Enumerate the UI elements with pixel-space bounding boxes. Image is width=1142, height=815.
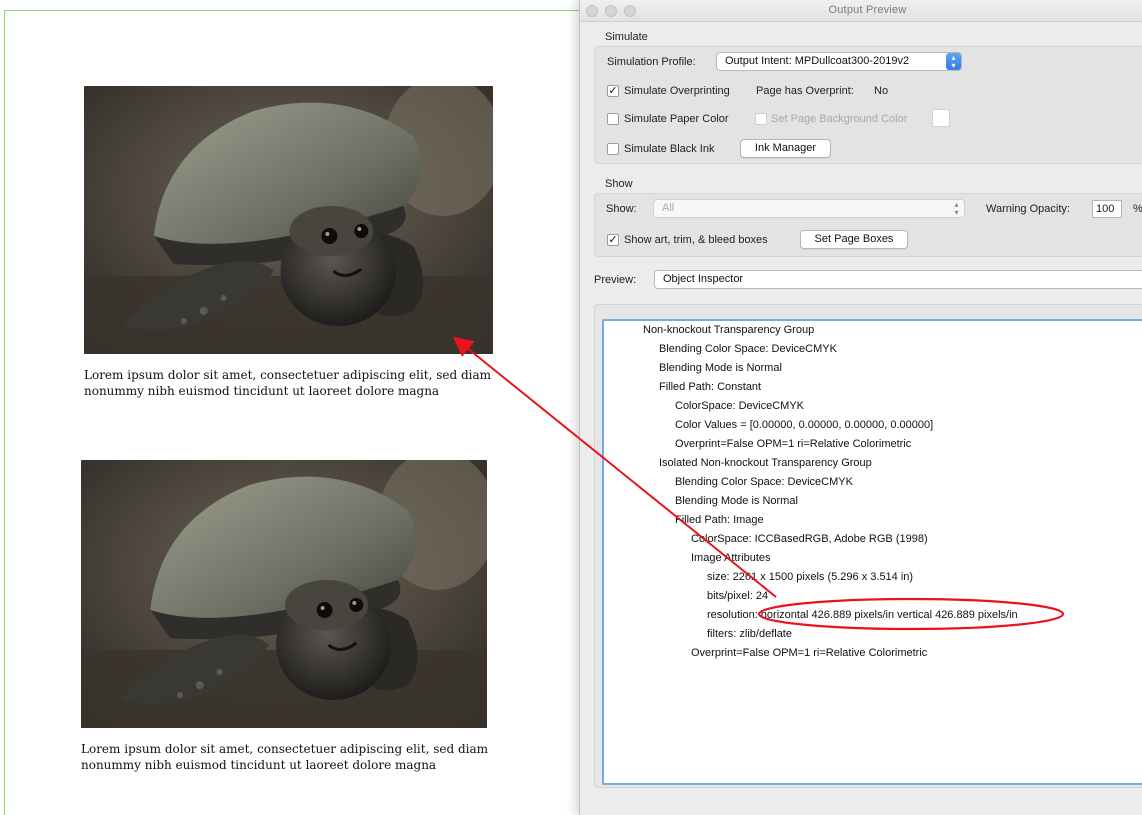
- inspector-line[interactable]: bits/pixel: 24: [707, 590, 768, 602]
- inspector-line[interactable]: ColorSpace: DeviceCMYK: [675, 400, 804, 412]
- turtle-image: [81, 460, 487, 728]
- simulate-overprinting-checkbox[interactable]: ✓: [607, 85, 619, 97]
- show-label: Show:: [606, 203, 637, 215]
- simulation-profile-label: Simulation Profile:: [607, 56, 696, 68]
- show-group-label: Show: [605, 178, 633, 190]
- inspector-line[interactable]: Filled Path: Constant: [659, 381, 761, 393]
- inspector-line[interactable]: Color Values = [0.00000, 0.00000, 0.0000…: [675, 419, 933, 431]
- simulate-black-ink-checkbox[interactable]: [607, 143, 619, 155]
- show-boxes-checkbox[interactable]: ✓: [607, 234, 619, 246]
- preview-value: Object Inspector: [663, 273, 744, 285]
- warning-opacity-unit: %: [1133, 203, 1142, 215]
- caption-line: Lorem ipsum dolor sit amet, consectetuer…: [81, 742, 489, 756]
- turtle-image: [84, 86, 493, 354]
- show-boxes-label: Show art, trim, & bleed boxes: [624, 234, 768, 246]
- window-titlebar[interactable]: Output Preview: [580, 0, 1142, 22]
- show-value: All: [662, 202, 675, 214]
- chevron-updown-icon: ▴ ▾: [954, 200, 959, 217]
- preview-label: Preview:: [594, 274, 637, 286]
- preview-select[interactable]: Object Inspector: [654, 270, 1142, 289]
- caption-line: Lorem ipsum dolor sit amet, consectetuer…: [84, 368, 492, 382]
- inspector-line[interactable]: Non-knockout Transparency Group: [643, 324, 814, 336]
- inspector-line[interactable]: size: 2261 x 1500 pixels (5.296 x 3.514 …: [707, 571, 913, 583]
- turtle-photo-top[interactable]: [84, 86, 493, 354]
- inspector-line[interactable]: Filled Path: Image: [675, 514, 764, 526]
- simulate-paper-color-checkbox[interactable]: [607, 113, 619, 125]
- inspector-line[interactable]: Overprint=False OPM=1 ri=Relative Colori…: [691, 647, 927, 659]
- caption-line: nonummy nibh euismod tincidunt ut laoree…: [84, 384, 440, 398]
- simulation-profile-select[interactable]: Output Intent: MPDullcoat300-2019v2: [716, 52, 962, 71]
- background-color-swatch[interactable]: [932, 109, 950, 127]
- simulation-profile-value: Output Intent: MPDullcoat300-2019v2: [725, 55, 910, 67]
- inspector-line[interactable]: resolution: horizontal 426.889 pixels/in…: [707, 609, 1018, 621]
- inspector-line[interactable]: ColorSpace: ICCBasedRGB, Adobe RGB (1998…: [691, 533, 928, 545]
- inspector-line[interactable]: Blending Color Space: DeviceCMYK: [675, 476, 853, 488]
- object-inspector-tree[interactable]: Non-knockout Transparency Group Blending …: [602, 319, 1142, 785]
- inspector-line[interactable]: Blending Mode is Normal: [659, 362, 782, 374]
- set-page-background-label: Set Page Background Color: [771, 113, 908, 125]
- set-page-background-checkbox[interactable]: [755, 113, 767, 125]
- set-page-boxes-button[interactable]: Set Page Boxes: [800, 230, 908, 249]
- turtle-photo-bottom[interactable]: [81, 460, 487, 728]
- window-title: Output Preview: [828, 4, 907, 16]
- warning-opacity-input[interactable]: 100: [1092, 200, 1122, 218]
- inspector-line[interactable]: Image Attributes: [691, 552, 771, 564]
- inspector-line[interactable]: Blending Mode is Normal: [675, 495, 798, 507]
- ink-manager-button[interactable]: Ink Manager: [740, 139, 831, 158]
- image-caption-top: Lorem ipsum dolor sit amet, consectetuer…: [84, 367, 491, 399]
- simulate-paper-color-label: Simulate Paper Color: [624, 113, 729, 125]
- caption-line: nonummy nibh euismod tincidunt ut laoree…: [81, 758, 437, 772]
- page-overprint-value: No: [874, 85, 889, 97]
- warning-opacity-label: Warning Opacity:: [986, 203, 1070, 215]
- page-overprint-label: Page has Overprint:: [756, 85, 854, 97]
- output-preview-window: Output Preview Simulate Simulation Profi…: [579, 0, 1142, 815]
- inspector-line[interactable]: Isolated Non-knockout Transparency Group: [659, 457, 872, 469]
- simulate-group-label: Simulate: [605, 31, 648, 43]
- image-caption-bottom: Lorem ipsum dolor sit amet, consectetuer…: [81, 741, 488, 773]
- show-select[interactable]: All: [653, 199, 965, 218]
- inspector-line[interactable]: filters: zlib/deflate: [707, 628, 792, 640]
- simulate-overprinting-label: Simulate Overprinting: [624, 85, 730, 97]
- inspector-line[interactable]: Overprint=False OPM=1 ri=Relative Colori…: [675, 438, 911, 450]
- simulate-black-ink-label: Simulate Black Ink: [624, 143, 715, 155]
- chevron-updown-icon: ▴ ▾: [946, 53, 961, 70]
- inspector-line[interactable]: Blending Color Space: DeviceCMYK: [659, 343, 837, 355]
- document-page: Lorem ipsum dolor sit amet, consectetuer…: [0, 0, 594, 815]
